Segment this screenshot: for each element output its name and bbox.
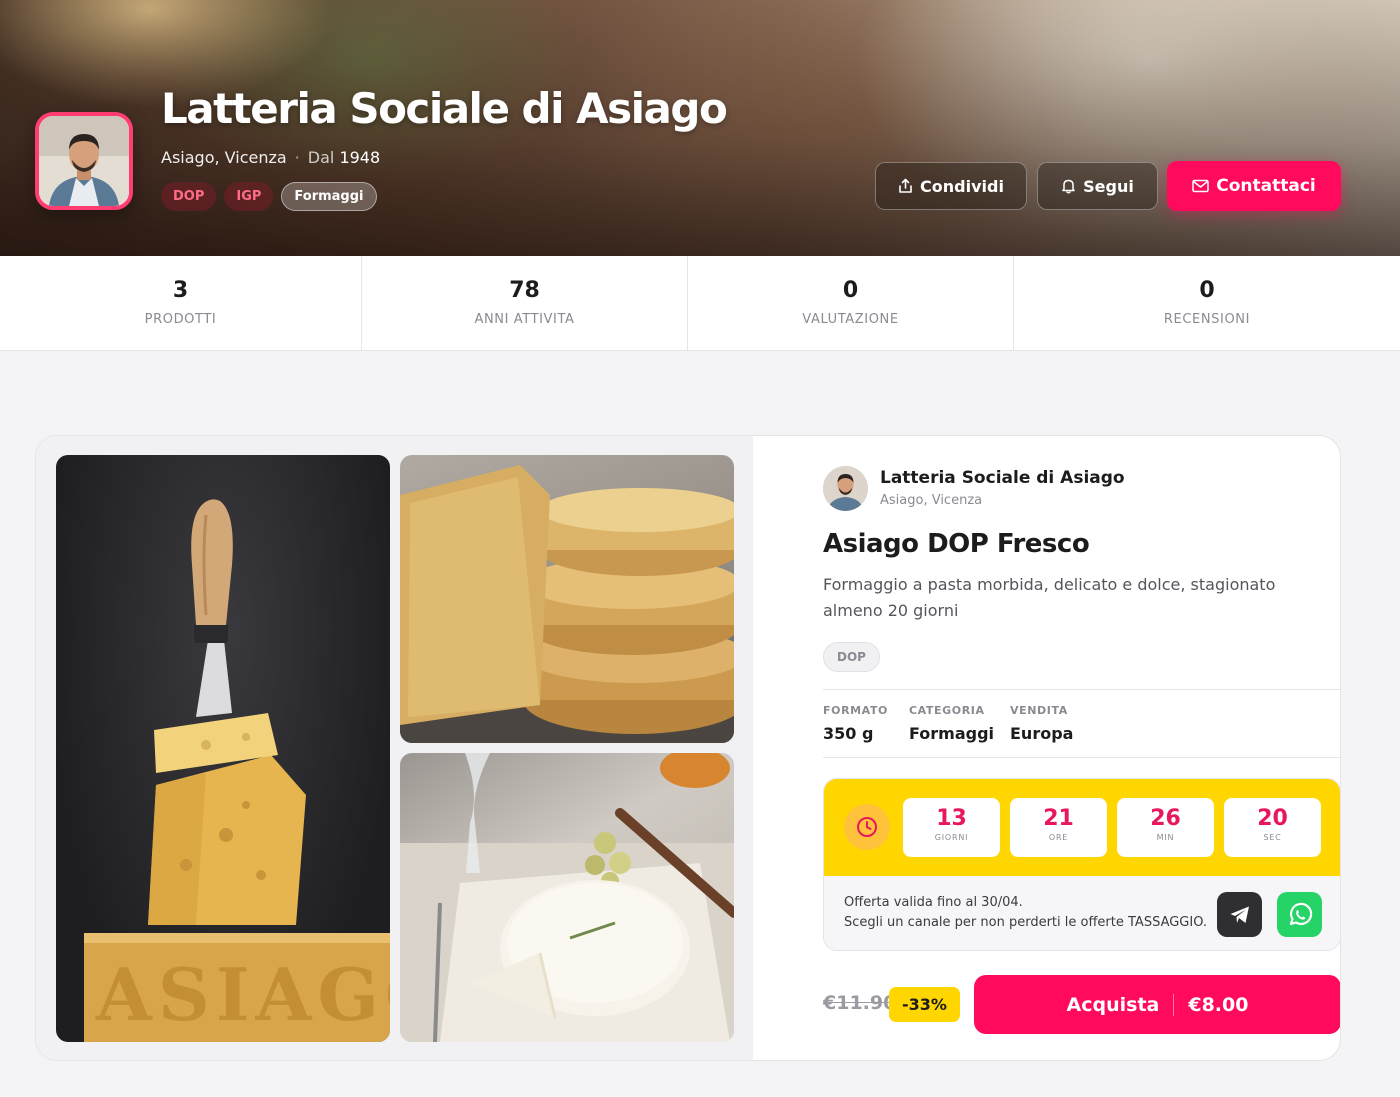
old-price: €11.90: [823, 992, 897, 1014]
telegram-icon: [1230, 906, 1249, 923]
contact-label: Contattaci: [1216, 176, 1316, 196]
product-info: Latteria Sociale di Asiago Asiago, Vicen…: [788, 436, 1340, 1060]
offer-channel-hint: Scegli un canale per non perderti le off…: [844, 915, 1208, 930]
follow-label: Segui: [1083, 176, 1134, 196]
seller-name[interactable]: Latteria Sociale di Asiago: [880, 468, 1125, 488]
spec-value: Formaggi: [909, 724, 995, 743]
wheel-stamp-text: ASIAGO: [95, 952, 390, 1037]
share-icon: [899, 178, 912, 193]
clock-icon: [857, 817, 877, 837]
stat-label: ANNI ATTIVITA: [474, 312, 575, 327]
share-button[interactable]: Condividi: [875, 162, 1027, 210]
countdown-panel: 13 GIORNI 21 ORE 26 MIN 20 SEC: [824, 779, 1340, 876]
stat-rating: 0 VALUTAZIONE: [688, 256, 1014, 351]
spec-key: CATEGORIA: [909, 704, 985, 717]
cheese-knife-photo: ASIAGO: [84, 499, 390, 1042]
spec-value: Europa: [1010, 724, 1074, 743]
separator-dot: ·: [294, 148, 300, 167]
follow-button[interactable]: Segui: [1037, 162, 1158, 210]
product-card: ASIAGO: [35, 435, 1341, 1061]
stat-reviews: 0 RECENSIONI: [1014, 256, 1400, 351]
spec-value: 350 g: [823, 724, 874, 743]
stat-value: 0: [1199, 278, 1215, 303]
producer-tags: DOP IGP Formaggi: [161, 182, 377, 211]
spec-category: CATEGORIA Formaggi: [909, 704, 994, 743]
product-image-main[interactable]: ASIAGO: [56, 455, 390, 1042]
countdown-days: 13 GIORNI: [903, 798, 1000, 857]
producer-location: Asiago, Vicenza: [161, 148, 287, 167]
person-photo: [39, 116, 129, 206]
stat-products: 3 PRODOTTI: [0, 256, 362, 351]
offer-validity: Offerta valida fino al 30/04.: [844, 895, 1023, 910]
product-gallery: ASIAGO: [36, 436, 753, 1060]
stat-value: 78: [509, 278, 540, 303]
buy-button[interactable]: Acquista €8.00: [974, 975, 1340, 1034]
stat-label: VALUTAZIONE: [802, 312, 899, 327]
divider: [823, 757, 1340, 758]
product-image-brie[interactable]: [400, 753, 734, 1042]
product-title: Asiago DOP Fresco: [823, 529, 1090, 559]
countdown-unit: ORE: [1048, 833, 1069, 842]
producer-meta: Asiago, Vicenza · Dal 1948: [161, 148, 380, 167]
buy-separator: [1173, 993, 1175, 1016]
contact-button[interactable]: Contattaci: [1167, 161, 1341, 211]
divider: [823, 689, 1340, 690]
tag-dop[interactable]: DOP: [161, 182, 217, 211]
countdown-minutes: 26 MIN: [1117, 798, 1214, 857]
producer-avatar: [35, 112, 133, 210]
offer-text: Offerta valida fino al 30/04. Scegli un …: [844, 893, 1207, 933]
person-photo: [823, 466, 868, 511]
stat-years: 78 ANNI ATTIVITA: [362, 256, 688, 351]
clock-badge: [844, 804, 890, 850]
whatsapp-button[interactable]: [1277, 892, 1322, 937]
spec-format: FORMATO 350 g: [823, 704, 888, 743]
spec-sale: VENDITA Europa: [1010, 704, 1073, 743]
tag-formaggi[interactable]: Formaggi: [281, 182, 377, 211]
telegram-button[interactable]: [1217, 892, 1262, 937]
countdown-unit: SEC: [1263, 833, 1282, 842]
tag-igp[interactable]: IGP: [224, 182, 274, 211]
product-image-wheels[interactable]: [400, 455, 734, 743]
since-label: Dal: [307, 148, 335, 167]
countdown-value: 21: [1043, 806, 1074, 831]
spec-key: FORMATO: [823, 704, 888, 717]
countdown-unit: GIORNI: [934, 833, 969, 842]
countdown-value: 13: [936, 806, 967, 831]
spec-key: VENDITA: [1010, 704, 1068, 717]
stats-bar: 3 PRODOTTI 78 ANNI ATTIVITA 0 VALUTAZION…: [0, 256, 1400, 351]
share-label: Condividi: [920, 176, 1004, 196]
stat-label: PRODOTTI: [144, 312, 217, 327]
countdown-seconds: 20 SEC: [1224, 798, 1321, 857]
buy-label: Acquista: [1066, 993, 1160, 1016]
producer-title: Latteria Sociale di Asiago: [161, 84, 728, 133]
offer-channels: Offerta valida fino al 30/04. Scegli un …: [824, 876, 1340, 950]
seller-location: Asiago, Vicenza: [880, 493, 983, 508]
countdown-hours: 21 ORE: [1010, 798, 1107, 857]
cheese-board-photo: [400, 753, 734, 1042]
offer-box: 13 GIORNI 21 ORE 26 MIN 20 SEC Offerta v…: [823, 778, 1340, 951]
seller-avatar[interactable]: [823, 466, 868, 511]
whatsapp-icon: [1289, 902, 1312, 925]
product-badge: DOP: [823, 642, 880, 672]
stat-value: 3: [172, 278, 189, 303]
discount-badge: -33%: [889, 987, 960, 1022]
product-description: Formaggio a pasta morbida, delicato e do…: [823, 575, 1276, 620]
stat-label: RECENSIONI: [1163, 312, 1251, 327]
since-year: 1948: [339, 148, 381, 167]
buy-price: €8.00: [1188, 993, 1249, 1016]
countdown-value: 26: [1150, 806, 1181, 831]
countdown-unit: MIN: [1156, 833, 1175, 842]
bell-icon: [1062, 179, 1075, 194]
countdown-value: 20: [1257, 806, 1288, 831]
stat-value: 0: [842, 278, 859, 303]
mail-icon: [1192, 179, 1209, 193]
cheese-wheels-photo: [400, 465, 734, 743]
